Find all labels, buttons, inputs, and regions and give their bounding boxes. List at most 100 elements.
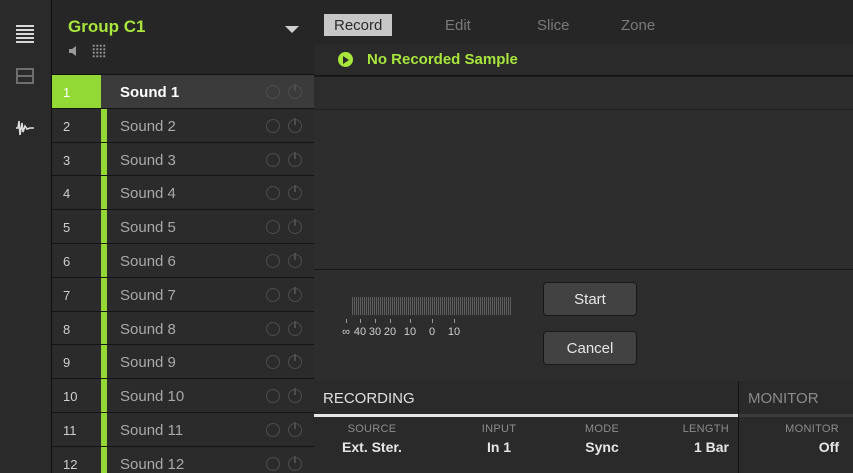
sound-row[interactable]: 11 Sound 11 (52, 412, 314, 447)
monitor-section: MONITOR MONITOR Off (738, 381, 853, 473)
power-icon[interactable] (288, 219, 302, 235)
grid-icon[interactable] (92, 44, 106, 58)
meter-tick (432, 319, 433, 323)
mute-icon[interactable] (266, 355, 280, 370)
cancel-button[interactable]: Cancel (543, 331, 637, 365)
group-name[interactable]: Group C1 (68, 17, 145, 37)
mute-icon[interactable] (266, 152, 280, 167)
sound-row[interactable]: 8 Sound 8 (52, 311, 314, 346)
sound-name: Sound 10 (120, 388, 185, 406)
mixer-icon[interactable] (8, 62, 42, 90)
input-level-meter (352, 297, 512, 315)
meter-tick (410, 319, 411, 323)
sound-row[interactable]: 12 Sound 12 (52, 446, 314, 473)
sound-row[interactable]: 6 Sound 6 (52, 243, 314, 278)
meter-tick (390, 319, 391, 323)
monitor-param[interactable]: MONITOR Off (759, 423, 839, 455)
sound-number: 8 (63, 321, 71, 337)
record-controls: ∞ 40 30 20 10 0 10 Start Cancel (314, 269, 853, 381)
sound-row[interactable]: 5 Sound 5 (52, 210, 314, 244)
dropdown-arrow-icon[interactable] (285, 26, 299, 33)
mute-icon[interactable] (266, 186, 280, 201)
source-param[interactable]: SOURCE Ext. Ster. (322, 423, 422, 455)
sound-number: 10 (63, 389, 78, 405)
play-icon (338, 52, 353, 67)
power-icon[interactable] (288, 185, 302, 201)
source-value: Ext. Ster. (342, 439, 402, 455)
power-icon[interactable] (288, 455, 302, 471)
tab-slice[interactable]: Slice (527, 14, 580, 36)
recording-section: RECORDING SOURCE Ext. Ster. INPUT In 1 M… (314, 381, 738, 473)
sound-number: 12 (63, 456, 78, 472)
mode-param[interactable]: MODE Sync (567, 423, 637, 455)
monitor-title: MONITOR (748, 390, 819, 407)
mute-icon[interactable] (266, 220, 280, 235)
sound-color-bar (101, 311, 107, 345)
power-icon[interactable] (288, 388, 302, 404)
tab-bar: Record Edit Slice Zone (314, 0, 853, 44)
waveform-icon[interactable] (8, 114, 42, 142)
status-bar: No Recorded Sample (314, 44, 853, 76)
monitor-underline (739, 414, 853, 417)
mute-icon[interactable] (266, 85, 280, 99)
power-icon[interactable] (288, 252, 302, 268)
mute-icon[interactable] (266, 389, 280, 404)
mode-value: Sync (585, 439, 619, 455)
input-label: INPUT (481, 423, 517, 435)
mute-icon[interactable] (266, 456, 280, 471)
sound-row[interactable]: 7 Sound 7 (52, 277, 314, 312)
mute-icon[interactable] (266, 118, 280, 133)
sound-name: Sound 9 (120, 354, 176, 372)
sound-color-bar (101, 412, 107, 446)
length-param[interactable]: LENGTH 1 Bar (659, 423, 729, 455)
sound-row[interactable]: 4 Sound 4 (52, 176, 314, 211)
tab-zone[interactable]: Zone (611, 14, 665, 36)
sound-name: Sound 7 (120, 286, 176, 304)
sound-number: 11 (63, 422, 77, 438)
mode-label: MODE (584, 423, 620, 435)
sound-row[interactable]: 3 Sound 3 (52, 142, 314, 177)
monitor-value: Off (818, 439, 839, 455)
input-param[interactable]: INPUT In 1 (464, 423, 534, 455)
mute-icon[interactable] (266, 287, 280, 302)
sound-row[interactable]: 10 Sound 10 (52, 379, 314, 413)
power-icon[interactable] (288, 354, 302, 370)
meter-tick-label: ∞ (342, 326, 350, 338)
sound-color-bar (101, 345, 107, 379)
meter-scale: ∞ 40 30 20 10 0 10 (340, 319, 510, 345)
monitor-label: MONITOR (785, 423, 839, 435)
mute-icon[interactable] (266, 422, 280, 437)
input-value: In 1 (486, 439, 512, 455)
sound-number: 1 (52, 75, 101, 108)
sound-name: Sound 11 (120, 421, 184, 439)
sound-row[interactable]: 1 Sound 1 (52, 75, 314, 109)
power-icon[interactable] (288, 320, 302, 336)
tab-record[interactable]: Record (324, 14, 393, 36)
length-label: LENGTH (682, 423, 729, 435)
power-icon[interactable] (288, 286, 302, 302)
power-icon[interactable] (288, 421, 302, 437)
meter-tick (454, 319, 455, 323)
sound-number: 7 (63, 287, 71, 303)
sound-name: Sound 5 (120, 219, 176, 237)
mute-icon[interactable] (266, 321, 280, 336)
sound-name: Sound 2 (120, 117, 176, 135)
power-icon[interactable] (288, 84, 302, 99)
meter-tick-label: 10 (403, 326, 417, 338)
start-button[interactable]: Start (543, 282, 637, 316)
meter-tick (346, 319, 347, 323)
sound-name: Sound 3 (120, 151, 176, 169)
sound-color-bar (101, 379, 107, 412)
power-icon[interactable] (288, 117, 302, 133)
speaker-icon[interactable] (68, 45, 81, 57)
sound-name: Sound 4 (120, 185, 176, 203)
browser-icon[interactable] (8, 20, 42, 48)
sound-number: 2 (63, 118, 71, 134)
meter-tick-label: 0 (428, 326, 436, 338)
left-rail (0, 0, 52, 473)
mute-icon[interactable] (266, 253, 280, 268)
sound-row[interactable]: 2 Sound 2 (52, 108, 314, 143)
sound-row[interactable]: 9 Sound 9 (52, 345, 314, 380)
power-icon[interactable] (288, 151, 302, 167)
tab-edit[interactable]: Edit (435, 14, 481, 36)
